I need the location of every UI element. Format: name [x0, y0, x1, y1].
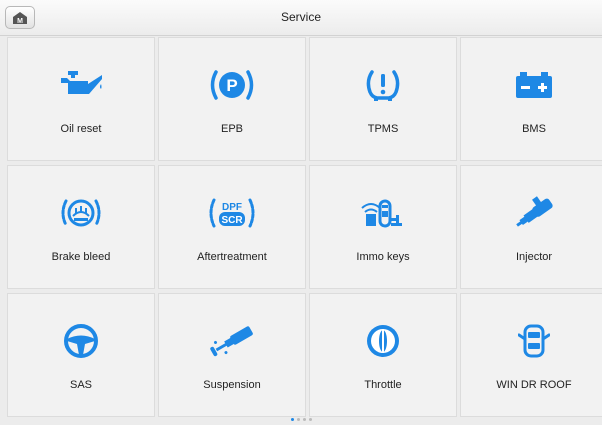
home-icon: M [13, 11, 27, 25]
tile-label: WIN DR ROOF [496, 379, 572, 391]
tile-bms[interactable]: BMS [460, 37, 602, 161]
top-bar: M Service [0, 0, 602, 36]
page-dot-3[interactable] [302, 418, 306, 421]
dpf-text: DPF [222, 202, 242, 213]
tile-tpms[interactable]: TPMS [309, 37, 457, 161]
suspension-icon [210, 326, 253, 357]
page-dot-1[interactable] [290, 418, 294, 421]
dpf-scr-icon: DPF SCR [209, 198, 255, 228]
tire-pressure-icon [366, 70, 400, 101]
tile-injector[interactable]: Injector [460, 165, 602, 289]
tile-aftertreatment[interactable]: DPF SCR Aftertreatment [158, 165, 306, 289]
svg-text:P: P [226, 76, 237, 95]
home-button[interactable]: M [5, 6, 35, 29]
tile-label: Brake bleed [51, 251, 111, 263]
home-icon-glyph: M [17, 18, 23, 25]
immo-key-icon [361, 199, 402, 228]
brake-bleed-icon [61, 199, 101, 227]
page-title: Service [280, 10, 321, 24]
tile-epb[interactable]: P EPB [158, 37, 306, 161]
tile-oil-reset[interactable]: Oil reset [7, 37, 155, 161]
tile-label: Aftertreatment [197, 251, 267, 263]
tile-label: Oil reset [60, 123, 102, 135]
battery-icon [516, 72, 552, 98]
page-dot-4[interactable] [308, 418, 312, 421]
tile-label: EPB [220, 123, 243, 135]
parking-brake-icon: P [210, 70, 254, 100]
page-dot-2[interactable] [296, 418, 300, 421]
service-screen: M Service Oil reset P EPB TPMS BMS Brake… [0, 0, 602, 425]
tile-label: BMS [522, 123, 546, 135]
oil-can-icon [61, 71, 102, 94]
scr-text: SCR [221, 215, 243, 226]
steering-wheel-icon [64, 324, 98, 358]
tile-throttle[interactable]: Throttle [309, 293, 457, 417]
tile-label: Injector [515, 251, 553, 263]
service-grid: Oil reset P EPB TPMS BMS Brake bleed DPF… [7, 37, 602, 417]
car-door-window-icon [518, 324, 550, 358]
tile-label: Suspension [203, 379, 261, 391]
tile-suspension[interactable]: Suspension [158, 293, 306, 417]
tile-win-dr-roof[interactable]: WIN DR ROOF [460, 293, 602, 417]
injector-icon [516, 196, 553, 227]
tile-label: SAS [69, 379, 92, 391]
tile-immo-keys[interactable]: Immo keys [309, 165, 457, 289]
tile-label: Immo keys [356, 251, 410, 263]
tile-label: Throttle [364, 379, 402, 391]
tile-brake-bleed[interactable]: Brake bleed [7, 165, 155, 289]
page-indicator [0, 418, 602, 424]
tile-label: TPMS [367, 123, 399, 135]
throttle-icon [367, 325, 399, 357]
tile-sas[interactable]: SAS [7, 293, 155, 417]
